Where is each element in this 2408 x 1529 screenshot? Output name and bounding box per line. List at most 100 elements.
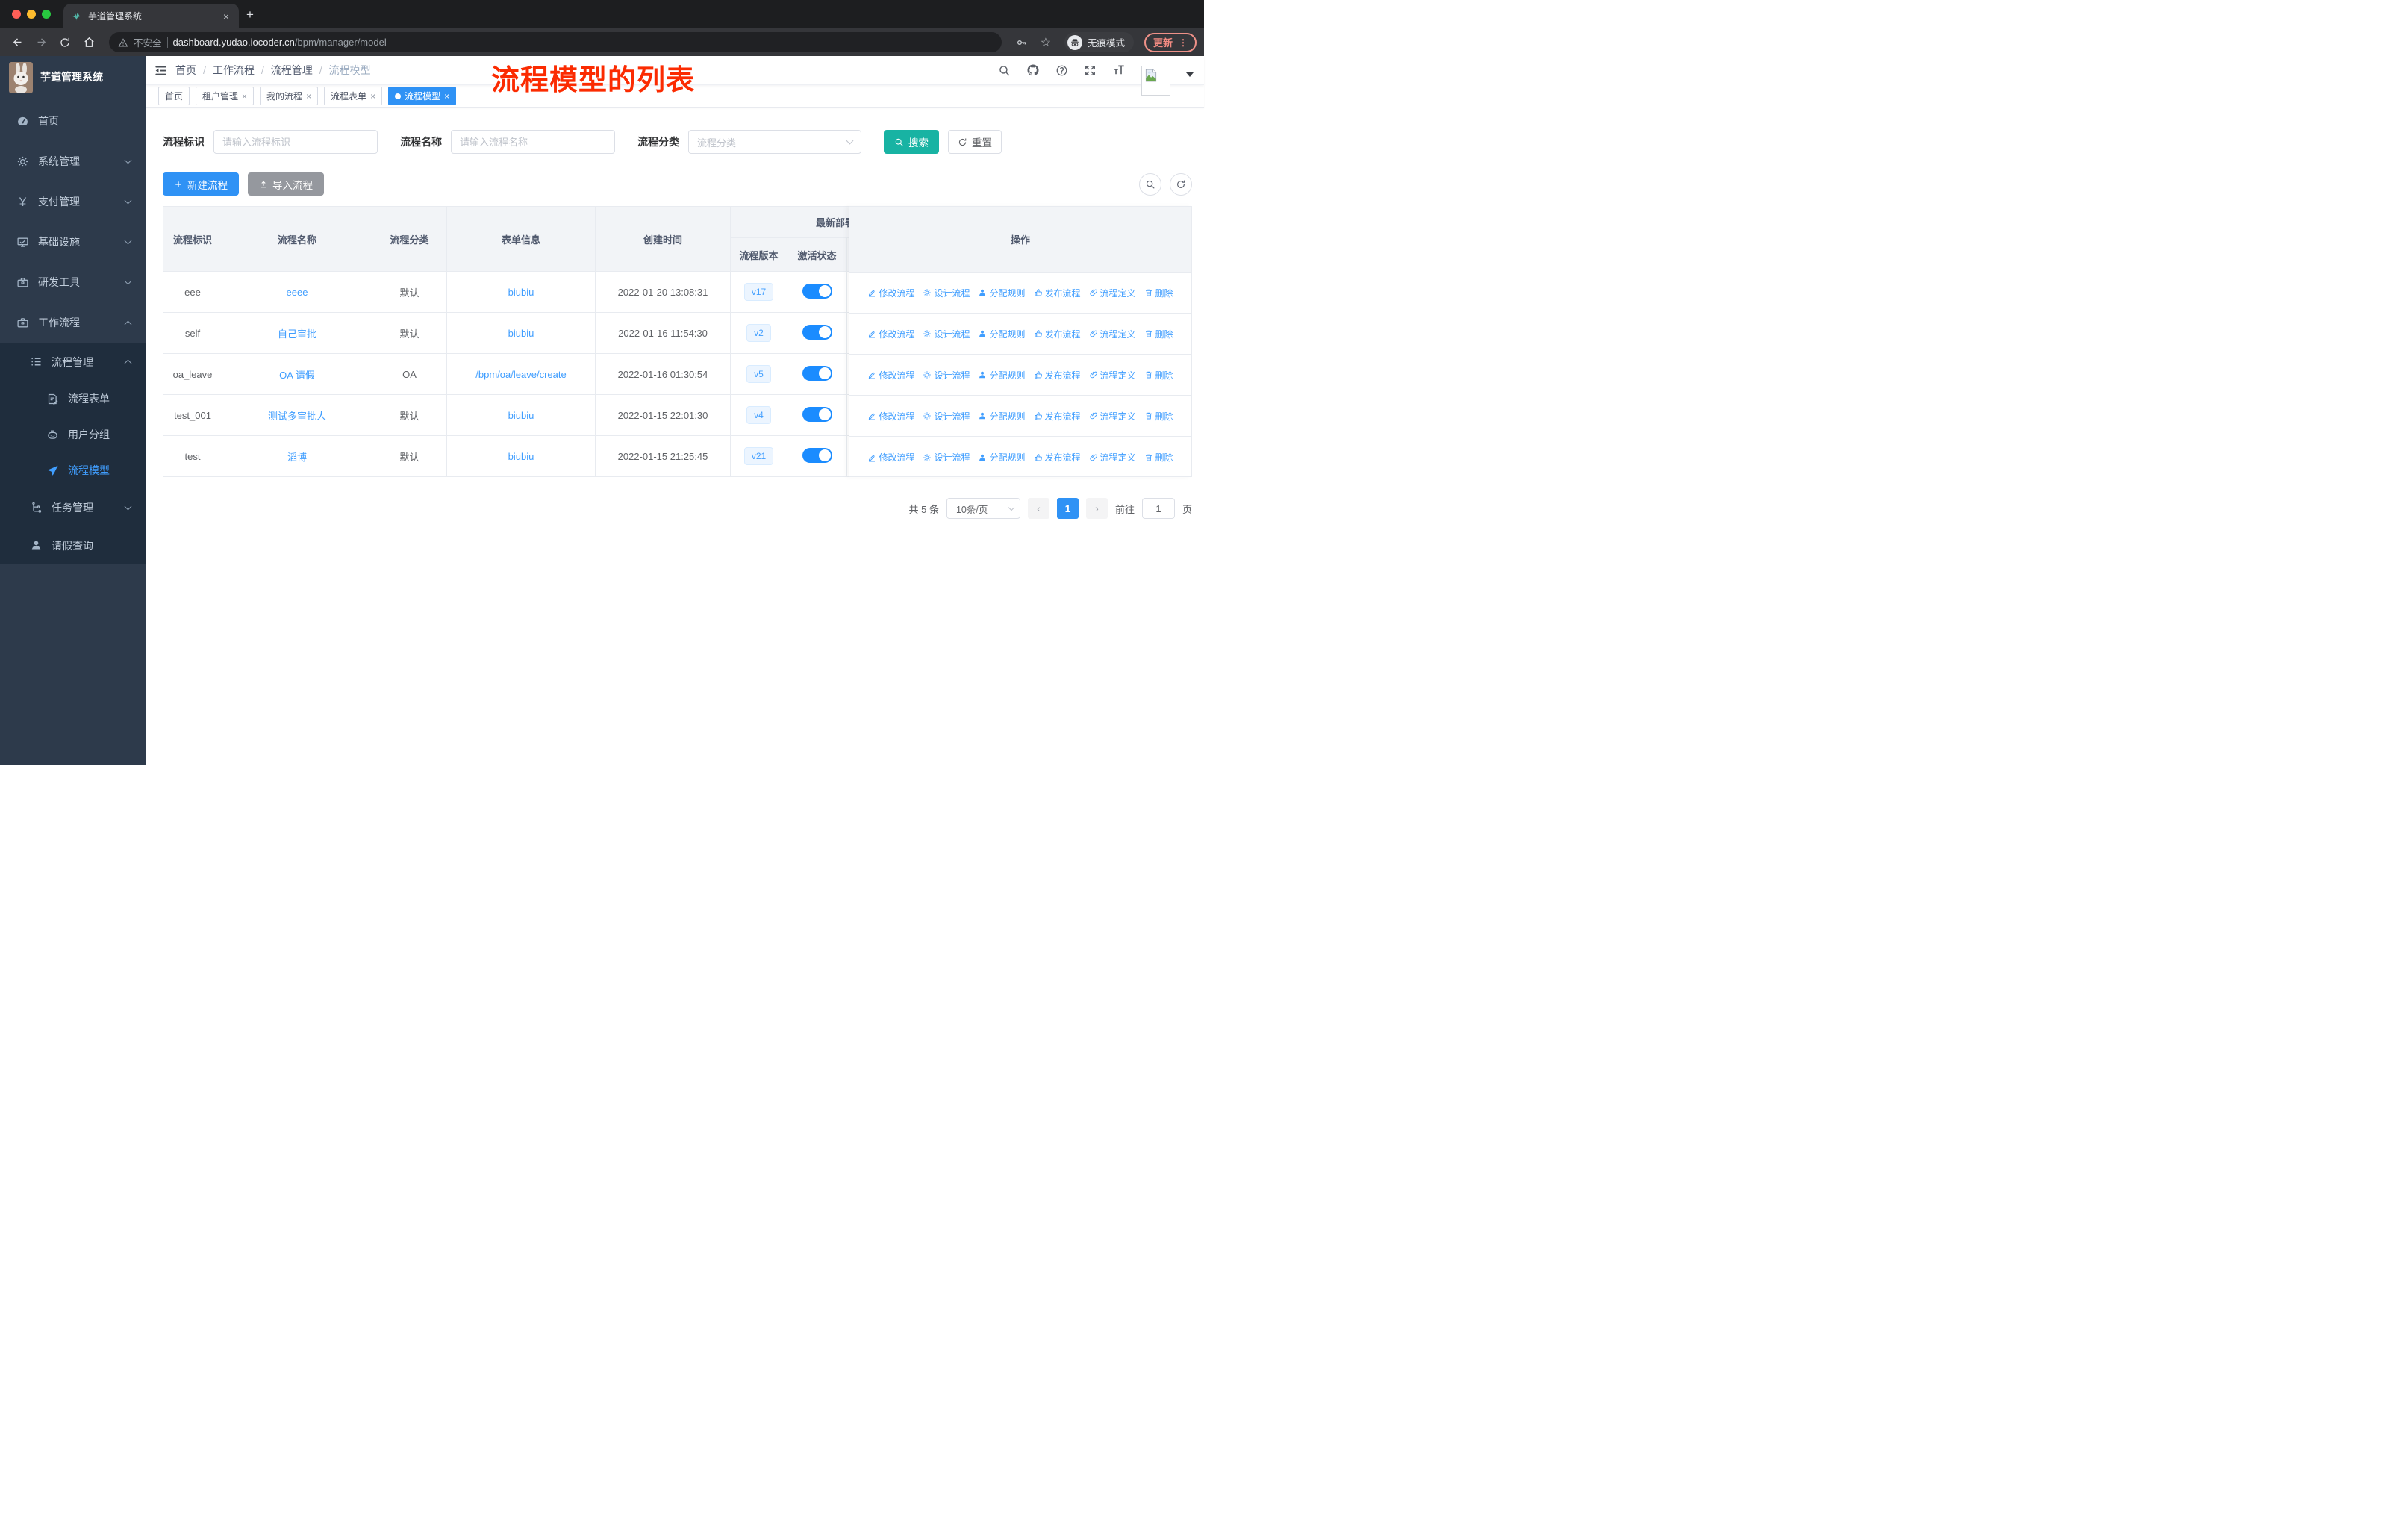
version-badge[interactable]: v4 [746,406,771,424]
version-badge[interactable]: v21 [743,447,774,465]
hide-search-button[interactable] [1139,172,1161,196]
action-assign-rule[interactable]: 分配规则 [978,328,1026,340]
action-assign-rule[interactable]: 分配规则 [978,410,1026,423]
goto-page-input[interactable] [1141,498,1175,519]
next-page-button[interactable]: › [1085,498,1108,519]
tag-home[interactable]: 首页 [158,87,190,105]
form-info-link[interactable]: biubiu [508,410,534,421]
action-delete[interactable]: 删除 [1144,369,1173,382]
zoom-window-button[interactable] [42,10,51,19]
action-assign-rule[interactable]: 分配规则 [978,451,1026,464]
active-toggle[interactable] [802,406,832,422]
action-process-definition[interactable]: 流程定义 [1089,369,1136,382]
process-name-link[interactable]: eeee [287,287,308,298]
action-edit-process[interactable]: 修改流程 [867,369,914,382]
minimize-window-button[interactable] [27,10,36,19]
action-process-definition[interactable]: 流程定义 [1089,287,1136,299]
github-icon[interactable] [1026,63,1040,77]
action-edit-process[interactable]: 修改流程 [867,451,914,464]
form-info-link[interactable]: /bpm/oa/leave/create [475,369,566,380]
action-publish-process[interactable]: 发布流程 [1034,369,1081,382]
action-delete[interactable]: 删除 [1144,451,1173,464]
action-process-definition[interactable]: 流程定义 [1089,451,1136,464]
action-edit-process[interactable]: 修改流程 [867,328,914,340]
action-delete[interactable]: 删除 [1144,287,1173,299]
sidebar-item-system[interactable]: 系统管理 [0,141,146,181]
process-name-input[interactable] [451,130,615,154]
tag-close-icon[interactable]: × [444,91,449,102]
version-badge[interactable]: v5 [746,365,771,383]
tag-process-form[interactable]: 流程表单 × [324,87,383,105]
create-process-button[interactable]: 新建流程 [163,172,239,196]
sidebar-item-home[interactable]: 首页 [0,101,146,141]
home-button[interactable] [79,33,99,52]
window-controls[interactable] [12,10,51,19]
breadcrumb-workflow[interactable]: 工作流程 [213,63,255,78]
action-process-definition[interactable]: 流程定义 [1089,328,1136,340]
action-publish-process[interactable]: 发布流程 [1034,451,1081,464]
tag-process-model[interactable]: 流程模型 × [388,87,457,105]
process-name-link[interactable]: 测试多审批人 [268,411,326,422]
action-assign-rule[interactable]: 分配规则 [978,369,1026,382]
active-toggle[interactable] [802,365,832,381]
action-delete[interactable]: 删除 [1144,328,1173,340]
fullscreen-icon[interactable] [1084,64,1097,77]
font-size-icon[interactable] [1112,63,1126,77]
form-info-link[interactable]: biubiu [508,328,534,339]
active-toggle[interactable] [802,324,832,340]
action-design-process[interactable]: 设计流程 [923,369,970,382]
help-icon[interactable] [1055,64,1068,77]
prev-page-button[interactable]: ‹ [1027,498,1049,519]
action-design-process[interactable]: 设计流程 [923,328,970,340]
reset-button[interactable]: 重置 [948,130,1002,154]
active-toggle[interactable] [802,447,832,463]
process-name-link[interactable]: 滔博 [287,452,307,463]
category-select[interactable]: 流程分类 [688,130,861,154]
process-name-link[interactable]: OA 请假 [279,370,315,381]
breadcrumb-home[interactable]: 首页 [175,63,196,78]
form-info-link[interactable]: biubiu [508,287,534,298]
version-badge[interactable]: v2 [746,324,771,342]
tag-close-icon[interactable]: × [306,91,311,102]
tag-close-icon[interactable]: × [370,91,375,102]
process-id-input[interactable] [213,130,378,154]
refresh-table-button[interactable] [1170,172,1192,196]
tag-my-process[interactable]: 我的流程 × [260,87,319,105]
search-button[interactable]: 搜索 [884,130,939,154]
import-process-button[interactable]: 导入流程 [248,172,324,196]
sidebar-item-process-model[interactable]: 流程模型 [0,452,146,488]
sidebar-fold-icon[interactable] [146,56,175,84]
new-tab-button[interactable]: + [246,7,254,22]
active-toggle[interactable] [802,283,832,299]
search-icon[interactable] [998,64,1011,77]
action-publish-process[interactable]: 发布流程 [1034,410,1081,423]
tag-tenant[interactable]: 租户管理 × [196,87,255,105]
security-label[interactable]: 不安全 [134,35,162,49]
sidebar-item-process-form[interactable]: 流程表单 [0,381,146,417]
action-process-definition[interactable]: 流程定义 [1089,410,1136,423]
forward-button[interactable] [31,33,51,52]
tab-close-button[interactable]: × [221,10,231,22]
sidebar-item-workflow[interactable]: 工作流程 [0,302,146,343]
back-button[interactable] [7,33,27,52]
action-publish-process[interactable]: 发布流程 [1034,287,1081,299]
user-avatar[interactable] [1141,65,1170,96]
sidebar-item-leave-query[interactable]: 请假查询 [0,526,146,564]
sidebar-item-devtools[interactable]: 研发工具 [0,262,146,302]
breadcrumb-process-mgmt[interactable]: 流程管理 [271,63,313,78]
sidebar-item-payment[interactable]: ¥ 支付管理 [0,181,146,222]
action-design-process[interactable]: 设计流程 [923,287,970,299]
action-design-process[interactable]: 设计流程 [923,410,970,423]
action-delete[interactable]: 删除 [1144,410,1173,423]
app-logo[interactable]: 芋道管理系统 [0,56,146,93]
version-badge[interactable]: v17 [743,283,774,301]
action-publish-process[interactable]: 发布流程 [1034,328,1081,340]
page-1-button[interactable]: 1 [1056,498,1079,519]
caret-down-icon[interactable] [1186,72,1194,77]
browser-tab[interactable]: 芋道管理系统 × [63,4,239,28]
sidebar-item-infra[interactable]: 基础设施 [0,222,146,262]
tag-close-icon[interactable]: × [242,91,247,102]
action-design-process[interactable]: 设计流程 [923,451,970,464]
address-bar[interactable]: 不安全 dashboard.yudao.iocoder.cn/bpm/manag… [109,32,1002,52]
sidebar-item-task-mgmt[interactable]: 任务管理 [0,488,146,526]
